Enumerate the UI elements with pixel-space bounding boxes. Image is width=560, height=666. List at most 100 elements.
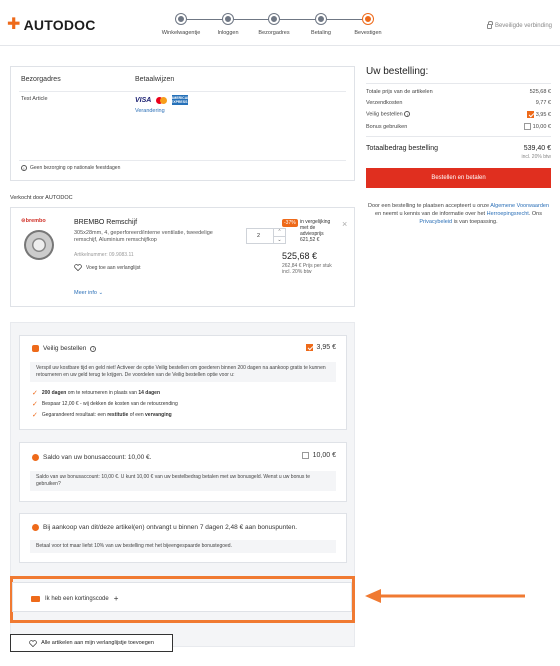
quantity-stepper[interactable]: 2 ⌃ ⌄	[246, 228, 286, 244]
row-value: 3,95 €	[535, 111, 551, 118]
divider	[19, 91, 346, 92]
chevron-down-icon[interactable]: ⌄	[274, 237, 285, 244]
checkout-steps: Winkelwagentje Inloggen Bezorgadres Beta…	[162, 14, 382, 36]
step-dot	[223, 14, 233, 24]
item-description: 305x28mm, 4, geperforeerd/interne ventil…	[74, 230, 213, 243]
holiday-note: i Geen bezorging op nationale feestdagen	[21, 165, 120, 171]
safe-order-box: Veilig bestellen i 3,95 € Verspil uw kos…	[19, 335, 347, 430]
bonus-label: Saldo van uw bonusaccount: 10,00 €.	[43, 454, 152, 461]
add-all-to-wishlist-button[interactable]: Alle artikelen aan mijn verlanglijstje t…	[10, 634, 173, 652]
summary-row-bonus: Bonus gebruiken 10,00 €	[366, 123, 551, 130]
safe-order-title: Veilig bestellen i	[32, 345, 97, 352]
quantity-arrows: ⌃ ⌄	[273, 229, 285, 243]
step-label: Bezorgadres	[258, 30, 290, 36]
address-payment-card: Bezorgadres Betaalwijzen Test Article VI…	[10, 66, 355, 181]
step-login: Inloggen	[205, 14, 251, 36]
bonus-account-box: Saldo van uw bonusaccount: 10,00 €. 10,0…	[19, 442, 347, 502]
heart-icon	[74, 264, 82, 271]
holiday-note-text: Geen bezorging op nationale feestdagen	[30, 165, 121, 171]
privacy-link[interactable]: Privacybeleid	[419, 219, 452, 225]
plus-logo-icon: ✚	[7, 16, 21, 33]
payment-logos: VISA AMERICAN EXPRESS	[135, 95, 190, 105]
row-label: Verzendkosten	[366, 100, 403, 106]
info-icon[interactable]: i	[404, 111, 411, 118]
remove-item-icon[interactable]: ×	[342, 219, 347, 229]
secure-connection: Beveiligde verbinding	[486, 21, 552, 29]
row-label: Bonus gebruiken	[366, 123, 408, 130]
amex-logo: AMERICAN EXPRESS	[170, 95, 190, 105]
brake-disc-image[interactable]	[24, 230, 54, 260]
bonus-option-checkbox[interactable]	[301, 452, 309, 459]
step-cart: Winkelwagentje	[158, 14, 204, 36]
total-label: Totaalbedrag bestelling	[366, 145, 438, 152]
quantity-value[interactable]: 2	[247, 229, 273, 243]
divider	[366, 136, 551, 137]
total-row: Totaalbedrag bestelling 539,40 €	[366, 145, 551, 152]
discount-badge: -37%	[282, 219, 298, 227]
heart-icon	[29, 639, 37, 647]
order-summary: Uw bestelling: Totale prijs van de artik…	[366, 66, 551, 226]
legal-text-3: . Ons	[528, 211, 542, 217]
safe-order-price: 3,95 €	[316, 344, 336, 351]
item-title[interactable]: BREMBO Remschijf	[74, 219, 137, 226]
row-value: 9,77 €	[535, 100, 551, 106]
piggy-bank-icon	[32, 454, 39, 461]
autodoc-logo[interactable]: ✚ AUTODOC	[7, 16, 96, 34]
delivery-title: Bezorgadres	[21, 76, 61, 83]
safe-order-label: Veilig bestellen	[43, 345, 87, 352]
vat-note: incl. 20% btw	[521, 154, 551, 160]
coupon-box[interactable]: Ik heb een kortingscode +	[12, 582, 352, 612]
bonus-checkbox[interactable]	[524, 123, 532, 130]
coupon-toggle[interactable]: Ik heb een kortingscode +	[31, 594, 118, 603]
coupon-tag-icon	[31, 595, 40, 602]
safe-order-option-checkbox[interactable]	[305, 344, 313, 351]
benefit-text: 200 dagen om te retourneren in plaats va…	[42, 390, 160, 396]
payment-title: Betaalwijzen	[135, 76, 175, 83]
step-label: Bevestigen	[354, 30, 382, 36]
summary-row-safe-order: Veilig bestellen i 3,95 €	[366, 111, 551, 118]
safe-order-price-wrap: 3,95 €	[305, 344, 336, 351]
divider	[366, 83, 551, 84]
row-value-wrap: 3,95 €	[527, 111, 551, 118]
step-dot-active	[363, 14, 373, 24]
bonus-description: Saldo van uw bonusaccount: 10,00 €. U ku…	[30, 471, 336, 491]
benefit-1: ✓ 200 dagen om te retourneren in plaats v…	[32, 389, 160, 397]
sold-by-label: Verkocht door AUTODOC	[10, 195, 73, 201]
benefit-plain: om te retourneren in plaats van	[67, 390, 137, 396]
more-info-link[interactable]: Meer info ⌄	[74, 290, 103, 296]
safe-order-description: Verspil uw kostbare tijd en geld niet! A…	[30, 362, 336, 382]
step-dot	[269, 14, 279, 24]
article-number: Artikelnummer: 09.9083.11	[74, 252, 134, 258]
benefit-2: ✓ Bespaar 12,00 € - wij dekken de kosten …	[32, 400, 178, 408]
place-order-button[interactable]: Bestellen en betalen	[366, 168, 551, 188]
coupon-label: Ik heb een kortingscode	[45, 595, 109, 602]
plus-icon[interactable]: +	[114, 594, 119, 603]
benefit-text: Bespaar 12,00 € - wij dekken de kosten v…	[41, 401, 178, 407]
divider	[19, 160, 346, 161]
chevron-up-icon[interactable]: ⌃	[274, 229, 285, 237]
cashback-label: Bij aankoop van dit/deze artikel(en) ont…	[43, 524, 298, 531]
delivery-address: Test Article	[21, 96, 48, 102]
safe-order-checkbox[interactable]	[527, 111, 535, 118]
step-label: Winkelwagentje	[161, 30, 201, 36]
cashback-title: Bij aankoop van dit/deze artikel(en) ont…	[32, 524, 297, 531]
check-icon: ✓	[32, 390, 38, 397]
info-icon[interactable]: i	[90, 345, 97, 352]
piggy-bank-icon	[32, 524, 39, 531]
step-label: Inloggen	[217, 30, 239, 36]
brand-text: brembo	[25, 218, 46, 224]
change-payment-link[interactable]: Verandering	[135, 108, 165, 114]
check-icon: ✓	[32, 412, 38, 419]
step-payment: Betaling	[298, 14, 344, 36]
step-confirm: Bevestigen	[345, 14, 391, 36]
info-icon: i	[21, 165, 27, 171]
summary-row-items: Totale prijs van de artikelen 525,68 €	[366, 89, 551, 95]
legal-text-2: en neemt u kennis van de informatie over…	[375, 211, 486, 217]
wishlist-label: Voeg toe aan verlanglijst	[86, 264, 141, 271]
withdrawal-link[interactable]: Herroepingsrecht	[487, 211, 529, 217]
page-header: ✚ AUTODOC Winkelwagentje Inloggen Bezorg…	[0, 0, 560, 46]
benefit-plain: of een	[129, 412, 144, 418]
add-to-wishlist[interactable]: Voeg toe aan verlanglijst	[74, 264, 140, 271]
terms-link[interactable]: Algemene Voorwaarden	[490, 203, 549, 209]
legal-text-1: Door een bestelling te plaatsen acceptee…	[367, 203, 490, 209]
